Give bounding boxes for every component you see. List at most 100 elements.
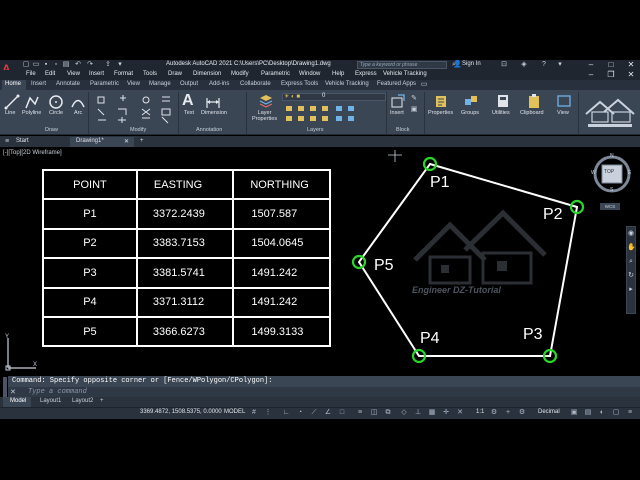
view-icon[interactable] — [556, 93, 572, 109]
menu-draw[interactable]: Draw — [168, 71, 182, 77]
new-file-icon[interactable]: ▢ — [22, 61, 30, 69]
panel-label-layers[interactable]: Layers — [307, 127, 324, 133]
annotation-scale[interactable]: 1:1 — [476, 409, 484, 415]
units-display[interactable]: Decimal — [538, 409, 560, 415]
menu-modify[interactable]: Modify — [231, 71, 249, 77]
plus-icon[interactable]: + — [504, 409, 512, 417]
menu-file[interactable]: File — [26, 71, 36, 77]
menu-vehicle-tracking[interactable]: Vehicle Tracking — [383, 71, 427, 77]
menu-tools[interactable]: Tools — [143, 71, 157, 77]
tab-annotate[interactable]: Annotate — [56, 81, 80, 87]
quick-access-dropdown-icon[interactable]: ▾ — [116, 61, 124, 69]
groups-icon[interactable] — [463, 93, 479, 109]
command-input[interactable]: Type a command — [8, 387, 640, 397]
new-tab-icon[interactable]: + — [140, 138, 144, 144]
isodraft-icon[interactable]: ⟋ — [310, 409, 318, 417]
coordinates-readout[interactable]: 3369.4872, 1508.5375, 0.0000 — [140, 409, 222, 415]
tab-view[interactable]: View — [127, 81, 140, 87]
autodesk-a360-icon[interactable]: ◈ — [520, 61, 528, 69]
menu-dimension[interactable]: Dimension — [193, 71, 221, 77]
zoom-extents-icon[interactable]: ⌕ — [627, 258, 635, 266]
transparency-icon[interactable]: ◫ — [370, 409, 378, 417]
doc-restore-button[interactable]: ❐ — [604, 70, 618, 80]
line-icon[interactable] — [4, 94, 20, 110]
new-layout-icon[interactable]: + — [100, 398, 104, 404]
coordinates-table[interactable]: POINT EASTING NORTHING P1 3372.2439 1507… — [42, 168, 331, 348]
close-tab-icon[interactable]: ✕ — [124, 138, 129, 145]
doc-close-button[interactable]: ✕ — [624, 70, 638, 80]
wcs-menu[interactable]: WCS — [600, 203, 620, 210]
tab-express-tools[interactable]: Express Tools — [281, 81, 318, 87]
menu-edit[interactable]: Edit — [45, 71, 55, 77]
tab-drawing1[interactable]: Drawing1* — [76, 138, 104, 144]
tab-manage[interactable]: Manage — [149, 81, 171, 87]
polyline-icon[interactable] — [24, 94, 40, 110]
block-create-icon[interactable]: ▣ — [410, 106, 418, 114]
circle-icon[interactable] — [48, 94, 64, 110]
object-snap-tracking-icon[interactable]: ∠ — [324, 409, 332, 417]
app-menu-icon[interactable]: ≡ — [3, 138, 11, 146]
tab-parametric[interactable]: Parametric — [90, 81, 119, 87]
block-edit-icon[interactable]: ✎ — [410, 95, 418, 103]
selection-cycling-icon[interactable]: ⧉ — [384, 409, 392, 417]
viewcube-south-label[interactable]: S — [610, 187, 613, 193]
open-folder-icon[interactable]: ▭ — [32, 61, 40, 69]
user-icon[interactable]: 👤 — [453, 61, 462, 69]
maximize-button[interactable]: □ — [604, 60, 618, 70]
workspace-icon[interactable]: ⚙ — [518, 409, 526, 417]
viewcube-north-label[interactable]: N — [610, 153, 614, 159]
text-tool-icon[interactable]: A — [182, 92, 194, 110]
cart-icon[interactable]: ⊡ — [500, 61, 508, 69]
modify-tools-icon[interactable] — [94, 93, 178, 125]
tab-collaborate[interactable]: Collaborate — [240, 81, 271, 87]
tab-layout1[interactable]: Layout1 — [40, 398, 61, 404]
3d-osnap-icon[interactable]: ◇ — [400, 409, 408, 417]
utilities-icon[interactable] — [495, 93, 511, 109]
minimize-button[interactable]: – — [584, 60, 598, 70]
ortho-icon[interactable]: ∟ — [282, 409, 290, 417]
pan-icon[interactable]: ✋ — [627, 244, 636, 252]
tab-model[interactable]: Model — [10, 398, 26, 404]
tab-home[interactable]: Home — [5, 81, 21, 87]
lock-ui-icon[interactable]: ▤ — [584, 409, 592, 417]
properties-icon[interactable] — [434, 93, 450, 109]
customization-icon[interactable]: ≡ — [626, 409, 634, 417]
plot-icon[interactable]: ▤ — [62, 61, 70, 69]
menu-format[interactable]: Format — [114, 71, 133, 77]
menu-view[interactable]: View — [67, 71, 80, 77]
search-input[interactable]: Type a keyword or phrase — [357, 61, 447, 69]
ribbon-options-icon[interactable]: ▭ — [420, 81, 428, 89]
snap-icon[interactable]: ⋮ — [264, 409, 272, 417]
panel-label-modify[interactable]: Modify — [130, 127, 146, 133]
doc-minimize-button[interactable]: – — [584, 70, 598, 80]
quick-properties-icon[interactable]: ▣ — [570, 409, 578, 417]
model-space-toggle[interactable]: MODEL — [224, 409, 245, 415]
lineweight-icon[interactable]: ≡ — [356, 409, 364, 417]
close-button[interactable]: ✕ — [624, 60, 638, 70]
menu-express[interactable]: Express — [355, 71, 377, 77]
clipboard-icon[interactable] — [526, 93, 542, 109]
panel-label-annotation[interactable]: Annotation — [196, 127, 222, 133]
arc-icon[interactable] — [70, 94, 86, 110]
menu-parametric[interactable]: Parametric — [261, 71, 290, 77]
annotation-visibility-icon[interactable]: ✕ — [456, 409, 464, 417]
tab-add-ins[interactable]: Add-ins — [209, 81, 229, 87]
selection-filter-icon[interactable]: ▦ — [428, 409, 436, 417]
command-close-icon[interactable]: ✕ — [10, 388, 16, 396]
panel-label-draw[interactable]: Draw — [45, 127, 58, 133]
menu-help[interactable]: Help — [332, 71, 344, 77]
tab-featured-apps[interactable]: Featured Apps — [377, 81, 416, 87]
redo-icon[interactable]: ↷ — [86, 61, 94, 69]
viewcube-east-label[interactable]: E — [628, 170, 631, 176]
grid-icon[interactable]: # — [250, 409, 258, 417]
dimension-icon[interactable] — [205, 94, 221, 110]
layer-properties-icon[interactable] — [258, 93, 274, 109]
viewport-controls[interactable]: [-][Top][2D Wireframe] — [3, 150, 62, 156]
dynamic-ucs-icon[interactable]: ⊥ — [414, 409, 422, 417]
showmotion-icon[interactable]: ▸ — [627, 286, 635, 294]
clean-screen-icon[interactable]: ▢ — [612, 409, 620, 417]
help-icon[interactable]: ? — [540, 61, 548, 69]
layer-tools-icon[interactable] — [284, 104, 384, 124]
undo-icon[interactable]: ↶ — [74, 61, 82, 69]
viewcube-top-label[interactable]: TOP — [604, 169, 614, 175]
